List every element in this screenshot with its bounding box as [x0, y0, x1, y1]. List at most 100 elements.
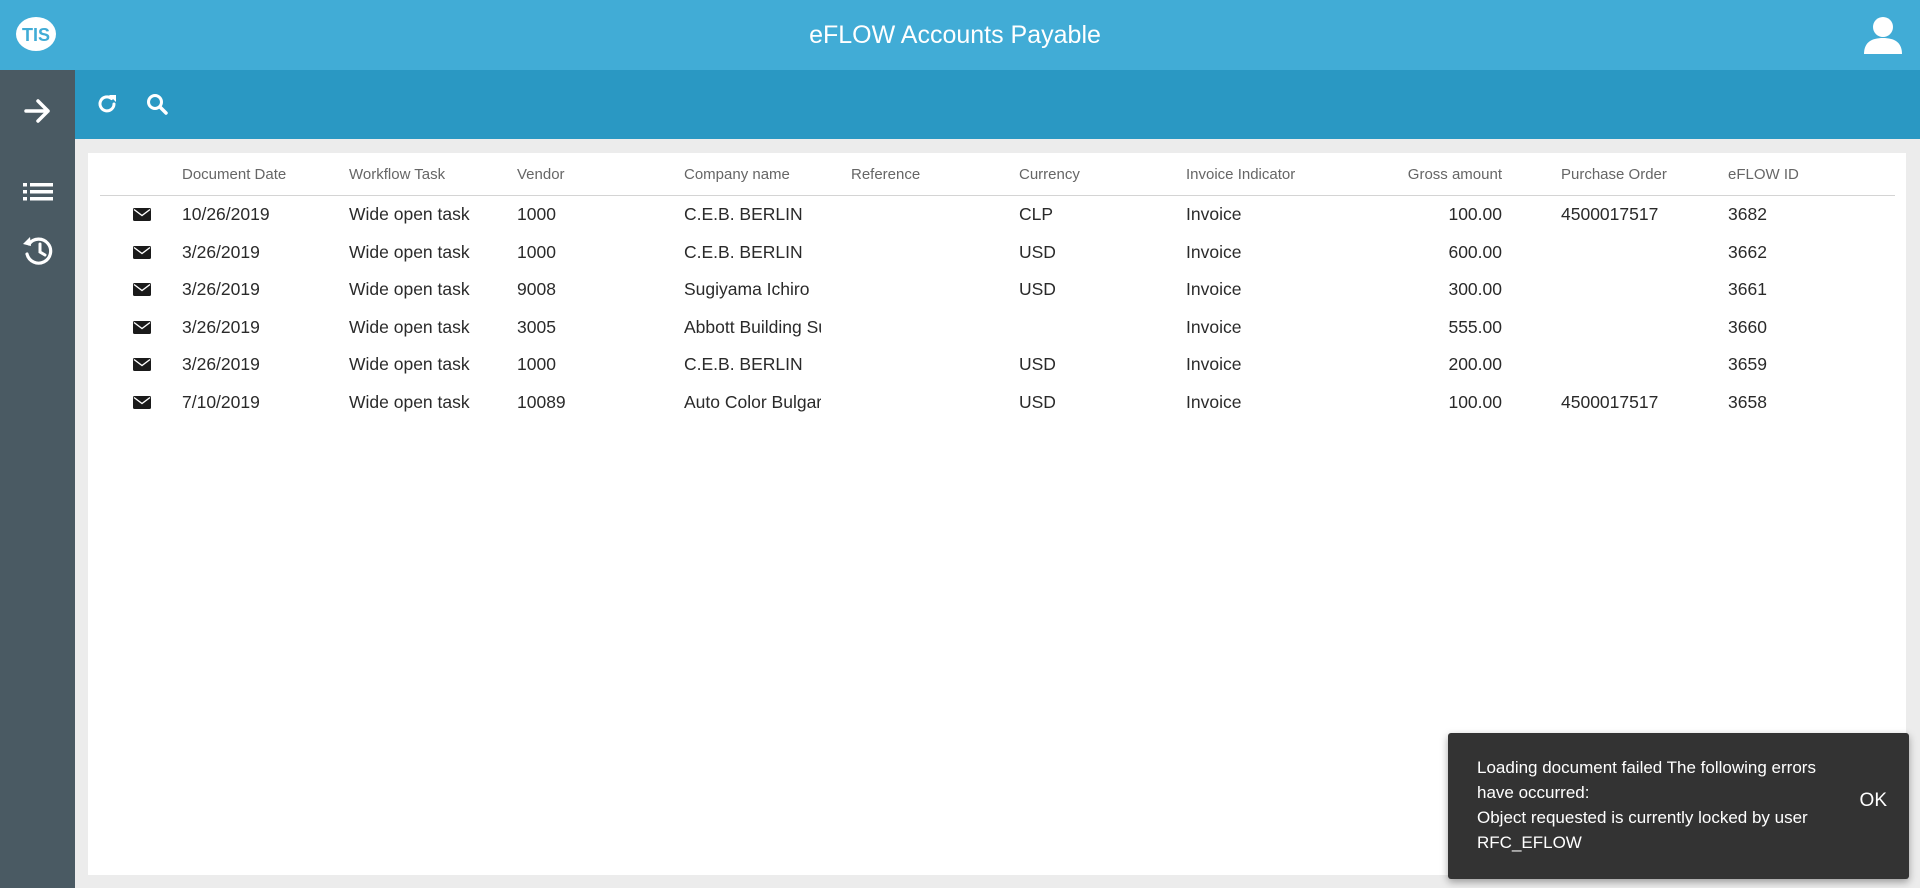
cell-gross-amount: 300.00	[1448, 279, 1502, 299]
column-header-vendor[interactable]: Vendor	[517, 153, 565, 196]
cell-vendor: 9008	[517, 279, 556, 299]
cell-purchase-order: 4500017517	[1561, 392, 1659, 412]
envelope-icon	[133, 246, 151, 259]
cell-reference	[851, 234, 1011, 271]
arrow-right-icon	[23, 99, 50, 123]
cell-eflow-id: 3659	[1728, 354, 1767, 374]
cell-vendor: 1000	[517, 204, 556, 224]
table-row[interactable]: 3/26/2019 Wide open task 9008 Sugiyama I…	[100, 271, 1895, 308]
app-title: eFLOW Accounts Payable	[809, 21, 1101, 49]
cell-workflow-task: Wide open task	[349, 392, 470, 412]
envelope-icon	[133, 358, 151, 371]
toast-line: Loading document failed The following er…	[1477, 758, 1816, 777]
cell-company-name: C.E.B. BERLIN	[684, 242, 803, 262]
cell-vendor: 1000	[517, 242, 556, 262]
cell-vendor: 10089	[517, 392, 566, 412]
cell-workflow-task: Wide open task	[349, 279, 470, 299]
cell-vendor: 3005	[517, 317, 556, 337]
refresh-icon	[98, 95, 116, 113]
cell-document-date: 10/26/2019	[182, 204, 270, 224]
cell-currency: USD	[1019, 354, 1056, 374]
refresh-button[interactable]	[91, 88, 123, 120]
toast-line: RFC_EFLOW	[1477, 833, 1582, 852]
cell-workflow-task: Wide open task	[349, 354, 470, 374]
cell-reference	[851, 271, 1011, 308]
cell-currency: CLP	[1019, 204, 1054, 224]
search-button[interactable]	[141, 88, 173, 120]
column-header-document-date[interactable]: Document Date	[182, 153, 286, 196]
cell-currency: USD	[1019, 279, 1056, 299]
cell-gross-amount: 200.00	[1448, 354, 1502, 374]
cell-invoice-indicator: Invoice	[1186, 392, 1242, 412]
cell-currency: USD	[1019, 392, 1056, 412]
cell-gross-amount: 100.00	[1448, 392, 1502, 412]
cell-gross-amount: 600.00	[1448, 242, 1502, 262]
cell-invoice-indicator: Invoice	[1186, 317, 1242, 337]
expand-sidebar-button[interactable]	[0, 87, 75, 135]
cell-eflow-id: 3661	[1728, 279, 1767, 299]
envelope-icon	[133, 396, 151, 409]
history-icon	[22, 237, 52, 265]
cell-currency: USD	[1019, 242, 1056, 262]
error-toast: Loading document failed The following er…	[1448, 733, 1909, 879]
cell-purchase-order: 4500017517	[1561, 204, 1659, 224]
cell-company-name: Auto Color Bulgar	[684, 392, 821, 412]
cell-document-date: 7/10/2019	[182, 392, 260, 412]
cell-purchase-order	[1561, 234, 1721, 271]
cell-invoice-indicator: Invoice	[1186, 354, 1242, 374]
column-header-reference[interactable]: Reference	[851, 153, 920, 196]
top-bar: TIS eFLOW Accounts Payable	[0, 0, 1920, 70]
table-row[interactable]: 10/26/2019 Wide open task 1000 C.E.B. BE…	[100, 196, 1895, 233]
cell-company-name: Sugiyama Ichiro	[684, 279, 810, 299]
column-header-workflow-task[interactable]: Workflow Task	[349, 153, 445, 196]
table-header: Document Date Workflow Task Vendor Compa…	[100, 153, 1895, 196]
sidebar	[0, 70, 75, 888]
cell-reference	[851, 384, 1011, 421]
document-list-button[interactable]	[0, 168, 75, 216]
toast-line: Object requested is currently locked by …	[1477, 808, 1808, 827]
column-header-currency[interactable]: Currency	[1019, 153, 1080, 196]
column-header-invoice-indicator[interactable]: Invoice Indicator	[1186, 153, 1295, 196]
toolbar	[75, 70, 1920, 139]
cell-document-date: 3/26/2019	[182, 317, 260, 337]
cell-eflow-id: 3658	[1728, 392, 1767, 412]
user-icon[interactable]	[1862, 14, 1904, 56]
cell-invoice-indicator: Invoice	[1186, 242, 1242, 262]
cell-currency	[1019, 309, 1179, 346]
cell-workflow-task: Wide open task	[349, 317, 470, 337]
envelope-icon	[133, 321, 151, 334]
cell-company-name: C.E.B. BERLIN	[684, 204, 803, 224]
list-icon	[22, 183, 53, 201]
toast-message: Loading document failed The following er…	[1477, 755, 1837, 855]
toast-line: have occurred:	[1477, 783, 1590, 802]
table-row[interactable]: 3/26/2019 Wide open task 3005 Abbott Bui…	[100, 309, 1895, 346]
column-header-gross-amount[interactable]: Gross amount	[1353, 153, 1502, 196]
cell-company-name: C.E.B. BERLIN	[684, 354, 803, 374]
column-header-eflow-id[interactable]: eFLOW ID	[1728, 153, 1799, 196]
cell-purchase-order	[1561, 309, 1721, 346]
cell-gross-amount: 555.00	[1448, 317, 1502, 337]
cell-eflow-id: 3682	[1728, 204, 1767, 224]
cell-gross-amount: 100.00	[1448, 204, 1502, 224]
history-button[interactable]	[0, 227, 75, 275]
cell-reference	[851, 309, 1011, 346]
column-header-purchase-order[interactable]: Purchase Order	[1561, 153, 1667, 196]
cell-purchase-order	[1561, 271, 1721, 308]
table-row[interactable]: 7/10/2019 Wide open task 10089 Auto Colo…	[100, 384, 1895, 421]
envelope-icon	[133, 283, 151, 296]
cell-purchase-order	[1561, 346, 1721, 383]
cell-eflow-id: 3660	[1728, 317, 1767, 337]
envelope-icon	[133, 208, 151, 221]
cell-company-name: Abbott Building Su	[684, 317, 821, 337]
toast-ok-button[interactable]: OK	[1860, 790, 1887, 812]
cell-document-date: 3/26/2019	[182, 279, 260, 299]
cell-invoice-indicator: Invoice	[1186, 279, 1242, 299]
cell-workflow-task: Wide open task	[349, 242, 470, 262]
table-row[interactable]: 3/26/2019 Wide open task 1000 C.E.B. BER…	[100, 234, 1895, 271]
table-row[interactable]: 3/26/2019 Wide open task 1000 C.E.B. BER…	[100, 346, 1895, 383]
cell-document-date: 3/26/2019	[182, 242, 260, 262]
column-header-company-name[interactable]: Company name	[684, 153, 790, 196]
search-icon	[147, 94, 168, 115]
cell-vendor: 1000	[517, 354, 556, 374]
cell-reference	[851, 196, 1011, 233]
